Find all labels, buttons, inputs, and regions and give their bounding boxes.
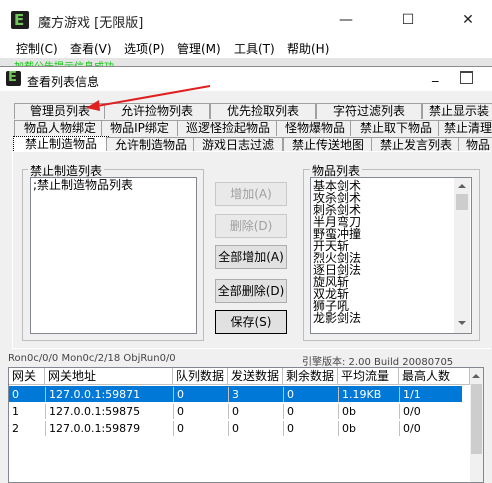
dialog-app-icon: E [6,70,21,86]
dialog-title: 查看列表信息 [27,75,100,89]
menu-tools[interactable]: 工具(T) [234,40,275,57]
menu-options[interactable]: 选项(P) [124,40,165,57]
scroll-down-arrow-icon[interactable] [458,321,466,325]
item-list-scrollbar[interactable] [454,178,470,333]
maximize-button[interactable]: ☐ [388,8,428,32]
tab-forbid-clean[interactable]: 禁止清理 [438,120,492,136]
tab-char-filter-list[interactable]: 字符过滤列表 [316,103,422,119]
table-row[interactable]: 0 127.0.0.1:59871 0 3 0 1.19KB 1/1 [9,386,462,402]
tab-monster-drop[interactable]: 怪物爆物品 [276,120,354,136]
main-window-title: 魔方游戏 [无限版] [38,16,144,31]
save-button[interactable]: 保存(S) [215,310,287,334]
engine-version: 引擎版本: 2.00 Build 20080705 [302,357,454,368]
cell-sent: 0 [228,421,283,436]
delete-all-button[interactable]: 全部删除(D) [215,279,287,303]
delete-button[interactable]: 删除(D) [215,214,287,238]
column-header[interactable]: 网关地址 [45,368,173,385]
tab-hide-equip-list[interactable]: 禁止显示装 [422,103,492,119]
scroll-thumb[interactable] [456,194,468,210]
table-scrollbar[interactable] [470,368,483,482]
column-header[interactable]: 队列数据 [173,368,228,385]
scroll-up-arrow-icon[interactable] [458,184,466,188]
cell-sent: 3 [228,387,283,402]
status-counters: Ron0c/0/0 Mon0c/2/18 ObjRun0/0 [8,353,176,364]
cell-queue: 0 [173,387,228,402]
cell-avg-traffic: 0b [338,421,399,436]
cell-max-users: 0/0 [399,404,462,419]
menu-manage[interactable]: 管理(M) [177,40,221,57]
add-all-button[interactable]: 全部增加(A) [215,245,287,269]
cell-max-users: 1/1 [399,387,462,402]
cell-avg-traffic: 0b [338,404,399,419]
cell-address: 127.0.0.1:59871 [45,387,173,402]
cell-max-users: 0/0 [399,421,462,436]
cell-queue: 0 [173,404,228,419]
table-row[interactable]: 1 127.0.0.1:59875 0 0 0 0b 0/0 [9,403,462,419]
app-logo-icon: E [11,11,29,29]
tab-item-char-bind[interactable]: 物品人物绑定 [14,120,106,136]
cell-remaining: 0 [283,421,338,436]
scroll-up-arrow-icon[interactable] [472,374,480,378]
cell-remaining: 0 [283,387,338,402]
menu-view[interactable]: 查看(V) [70,40,112,57]
cell-gateway: 2 [12,422,19,435]
list-item[interactable]: ;禁止制造物品列表 [33,179,133,192]
column-header[interactable]: 发送数据 [228,368,283,385]
column-header[interactable]: 剩余数据 [283,368,338,385]
tab-priority-pickup-list[interactable]: 优先捡取列表 [210,103,316,119]
forbid-make-listbox[interactable]: ;禁止制造物品列表 [30,177,197,334]
dialog-maximize-button[interactable] [460,71,473,84]
cell-queue: 0 [173,421,228,436]
column-header[interactable]: 最高人数 [399,368,470,385]
close-button[interactable]: ✕ [448,8,488,32]
cell-sent: 0 [228,404,283,419]
tab-item-ip-bind[interactable]: 物品IP绑定 [101,120,178,136]
dialog-minimize-button[interactable]: _ [432,68,439,83]
column-header[interactable]: 平均流量 [338,368,399,385]
column-header[interactable]: 网关 [9,368,45,385]
cell-address: 127.0.0.1:59875 [45,404,173,419]
cell-gateway: 0 [12,388,19,401]
menu-help[interactable]: 帮助(H) [287,40,329,57]
scroll-thumb[interactable] [471,384,482,454]
item-listbox[interactable]: 基本剑术 攻杀剑术 刺杀剑术 半月弯刀 野蛮冲撞 开天斩 烈火剑法 逐日剑法 旋… [310,177,472,334]
menu-control[interactable]: 控制(C) [16,40,58,57]
add-button[interactable]: 增加(A) [215,182,287,206]
gateway-table: 网关 网关地址 队列数据 发送数据 剩余数据 平均流量 最高人数 0 127.0… [8,367,484,483]
cell-address: 127.0.0.1:59879 [45,421,173,436]
cell-gateway: 1 [12,405,19,418]
list-item[interactable]: 龙影剑法 [313,312,361,325]
table-row[interactable]: 2 127.0.0.1:59879 0 0 0 0b 0/0 [9,420,462,436]
cell-remaining: 0 [283,404,338,419]
tab-admin-list[interactable]: 管理员列表 [14,103,106,119]
tab-forbid-remove[interactable]: 禁止取下物品 [350,120,442,136]
tab-allow-pickup-list[interactable]: 允许捡物列表 [104,103,210,119]
tab-patrol-pickup[interactable]: 巡逻怪捡起物品 [177,120,279,136]
minimize-button[interactable]: — [326,8,366,32]
cell-avg-traffic: 1.19KB [338,387,399,402]
